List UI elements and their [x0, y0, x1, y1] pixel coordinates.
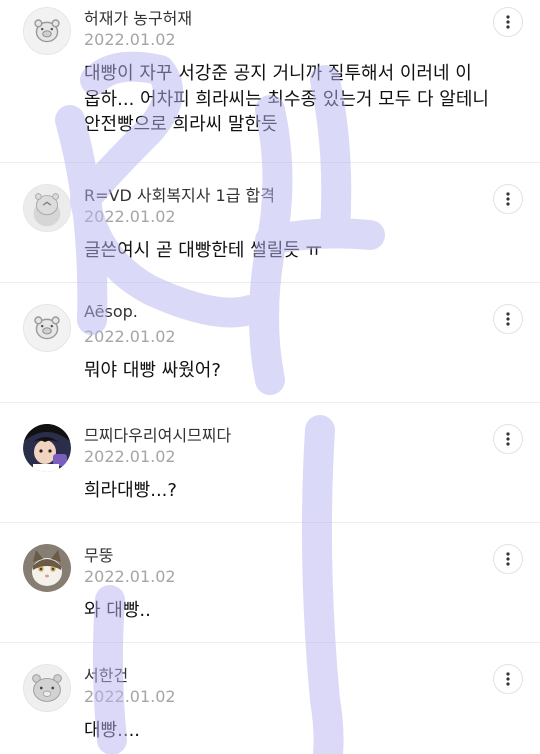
comment-text: 희라대빵...? — [84, 480, 177, 501]
comment-author[interactable]: 무뚱 — [84, 542, 113, 566]
comment-date: 2022.01.02 — [84, 567, 176, 586]
more-options-button[interactable] — [493, 304, 523, 334]
more-options-button[interactable] — [493, 7, 523, 37]
comment-text: 대빵.... — [84, 720, 141, 741]
comment-text: 뭐야 대빵 싸웠어? — [84, 360, 221, 381]
vertical-dots-icon — [506, 432, 510, 446]
comment-text: 와 대빵.. — [84, 600, 151, 621]
vertical-dots-icon — [506, 192, 510, 206]
comment-author[interactable]: Aēsop. — [84, 302, 138, 321]
bear-pig-icon — [24, 305, 70, 351]
avatar[interactable] — [23, 184, 71, 232]
comment-author[interactable]: 허재가 농구허재 — [84, 5, 192, 29]
blue-animal-icon — [24, 185, 70, 231]
vertical-dots-icon — [506, 672, 510, 686]
divider — [0, 522, 540, 523]
more-options-button[interactable] — [493, 544, 523, 574]
avatar[interactable] — [23, 7, 71, 55]
gray-bear-icon — [24, 665, 70, 711]
more-options-button[interactable] — [493, 424, 523, 454]
divider — [0, 642, 540, 643]
comment-author[interactable]: 므찌다우리여시므찌다 — [84, 422, 231, 446]
comment-author[interactable]: 서한건 — [84, 662, 128, 686]
avatar[interactable] — [23, 544, 71, 592]
comment-text: 글쓴여시 곧 대빵한테 썰릴듯 ㅠ — [84, 240, 323, 261]
comment-date: 2022.01.02 — [84, 687, 176, 706]
comment-date: 2022.01.02 — [84, 447, 176, 466]
more-options-button[interactable] — [493, 184, 523, 214]
vertical-dots-icon — [506, 15, 510, 29]
divider — [0, 402, 540, 403]
vertical-dots-icon — [506, 552, 510, 566]
comment-author[interactable]: R=VD 사회복지사 1급 합격 — [84, 182, 275, 206]
avatar[interactable] — [23, 424, 71, 472]
divider — [0, 282, 540, 283]
avatar[interactable] — [23, 664, 71, 712]
divider — [0, 162, 540, 163]
comment-date: 2022.01.02 — [84, 207, 176, 226]
comment-date: 2022.01.02 — [84, 327, 176, 346]
avatar[interactable] — [23, 304, 71, 352]
comment-text: 대빵이 자꾸 서강준 공지 거니까 질투해서 이러네 이 옵하... 어차피 희… — [84, 63, 489, 135]
comment-date: 2022.01.02 — [84, 30, 176, 49]
anime-character-icon — [23, 424, 71, 472]
vertical-dots-icon — [506, 312, 510, 326]
bear-pig-icon — [24, 8, 70, 54]
cat-photo-icon — [23, 544, 71, 592]
more-options-button[interactable] — [493, 664, 523, 694]
